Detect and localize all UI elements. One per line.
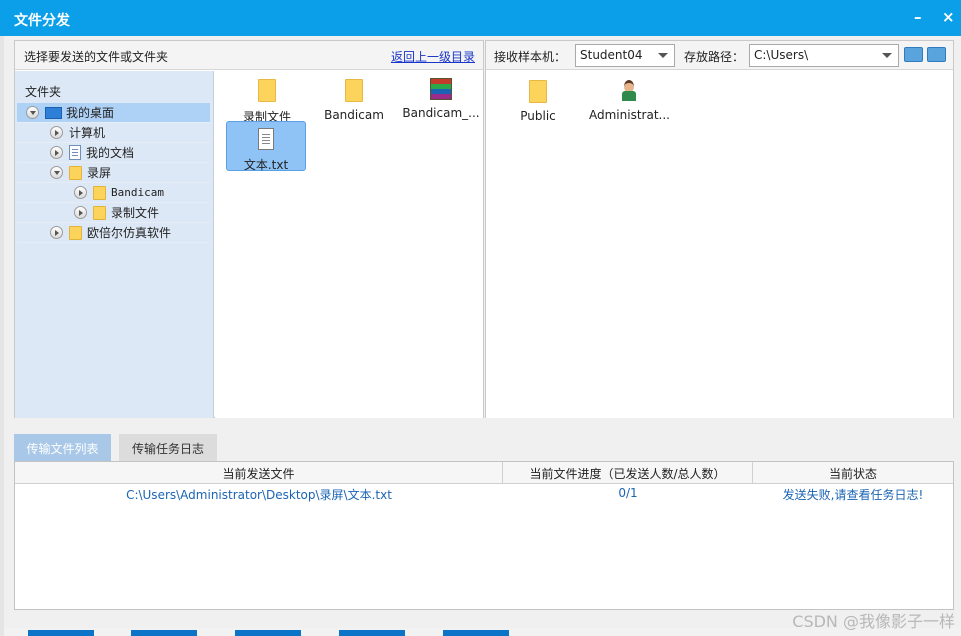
folder-icon [93, 205, 106, 220]
file-item[interactable]: 录制文件 [227, 73, 307, 124]
folder-tree: 文件夹 我的桌面 计算机 我的文档 录屏 Bandicam 录制文件 欧倍尔仿真… [15, 71, 214, 418]
close-button[interactable]: × [942, 8, 955, 26]
tree-item-obel-sim[interactable]: 欧倍尔仿真软件 [17, 223, 210, 243]
tree-item-bandicam[interactable]: Bandicam [17, 183, 210, 203]
tab-transfer-task-log[interactable]: 传输任务日志 [119, 434, 217, 461]
tree-item-label: 计算机 [69, 126, 106, 140]
remote-file-panel: 接收样本机： Student04 存放路径： C:\Users\ Public … [485, 40, 954, 418]
title-bar: 文件分发 – × [0, 0, 961, 36]
expand-toggle-icon[interactable] [50, 146, 63, 159]
collapse-toggle-icon[interactable] [50, 166, 63, 179]
file-item-selected[interactable]: 文本.txt [226, 121, 306, 172]
taskbar-thumbnail[interactable] [131, 630, 197, 636]
save-path-label: 存放路径： [684, 50, 745, 64]
file-item[interactable]: Bandicam_... [401, 73, 481, 123]
tree-item-recorded-files[interactable]: 录制文件 [17, 203, 210, 223]
transfer-table: 当前发送文件 当前文件进度（已发送人数/总人数） 当前状态 C:\Users\A… [14, 461, 954, 610]
expand-toggle-icon[interactable] [50, 226, 63, 239]
file-name: 文本.txt [243, 158, 289, 172]
tree-item-desktop[interactable]: 我的桌面 [17, 103, 210, 123]
chevron-down-icon [882, 53, 892, 58]
desktop-icon [45, 106, 62, 119]
chevron-down-icon [658, 53, 668, 58]
expand-toggle-icon[interactable] [74, 186, 87, 199]
column-header-status[interactable]: 当前状态 [753, 462, 953, 484]
local-file-panel: 选择要发送的文件或文件夹 返回上一级目录 文件夹 我的桌面 计算机 我的文档 录… [14, 40, 484, 418]
upload-folder-icon[interactable] [904, 47, 923, 62]
file-item[interactable]: Administrat... [589, 74, 669, 124]
expand-toggle-icon[interactable] [74, 206, 87, 219]
window-title: 文件分发 [14, 13, 70, 29]
tab-transfer-file-list[interactable]: 传输文件列表 [14, 434, 111, 461]
expand-toggle-icon[interactable] [50, 126, 63, 139]
folder-icon [345, 79, 363, 102]
folder-icon [529, 80, 547, 103]
folder-icon [69, 225, 82, 240]
collapse-toggle-icon[interactable] [26, 106, 39, 119]
folder-icon [93, 185, 106, 200]
file-item[interactable]: Public [498, 74, 578, 124]
new-folder-icon[interactable] [927, 47, 946, 62]
taskbar-thumbnail[interactable] [28, 630, 94, 636]
receiver-label: 接收样本机： [494, 50, 567, 64]
row-status: 发送失败,请查看任务日志! [782, 488, 924, 502]
taskbar-thumbnail[interactable] [235, 630, 301, 636]
tree-item-label: 欧倍尔仿真软件 [87, 226, 172, 240]
user-icon [620, 80, 638, 102]
row-progress: 0/1 [618, 486, 638, 500]
folder-icon [258, 79, 276, 102]
local-file-grid: 录制文件 Bandicam Bandicam_... 文本.txt [215, 71, 483, 418]
save-path-select[interactable]: C:\Users\ [749, 44, 899, 67]
tree-item-label: 录制文件 [111, 206, 160, 220]
file-item[interactable]: Bandicam [314, 73, 394, 123]
table-header: 当前发送文件 当前文件进度（已发送人数/总人数） 当前状态 [15, 462, 953, 484]
go-up-directory-link[interactable]: 返回上一级目录 [391, 48, 475, 65]
tree-item-label: 我的文档 [86, 146, 135, 160]
receiver-select-value: Student04 [580, 48, 643, 62]
minimize-button[interactable]: – [914, 8, 922, 26]
folder-icon [69, 165, 82, 180]
remote-file-grid: Public Administrat... [486, 71, 953, 418]
file-name: Bandicam [324, 108, 384, 122]
tree-item-label: 我的桌面 [66, 106, 115, 120]
local-panel-header: 选择要发送的文件或文件夹 返回上一级目录 [15, 41, 483, 70]
text-file-icon [258, 128, 274, 150]
file-name: Public [520, 109, 556, 123]
taskbar-thumbnail[interactable] [339, 630, 405, 636]
watermark: CSDN @我像影子一样 [792, 612, 955, 631]
column-header-progress[interactable]: 当前文件进度（已发送人数/总人数） [503, 462, 753, 484]
column-header-file[interactable]: 当前发送文件 [15, 462, 503, 484]
tree-item-label: Bandicam [111, 186, 164, 199]
tree-item-label: 录屏 [87, 166, 112, 180]
archive-icon [430, 78, 452, 100]
remote-panel-header: 接收样本机： Student04 存放路径： C:\Users\ [486, 41, 953, 70]
tree-item-my-documents[interactable]: 我的文档 [17, 143, 210, 163]
save-path-value: C:\Users\ [754, 48, 809, 62]
file-name: Bandicam_... [402, 106, 480, 120]
receiver-select[interactable]: Student04 [575, 44, 675, 67]
local-panel-caption: 选择要发送的文件或文件夹 [24, 50, 169, 64]
tree-item-computer[interactable]: 计算机 [17, 123, 210, 143]
document-icon [69, 145, 81, 160]
tree-item-recordings[interactable]: 录屏 [17, 163, 210, 183]
row-file-path: C:\Users\Administrator\Desktop\录屏\文本.txt [126, 488, 392, 502]
file-name: Administrat... [589, 108, 669, 122]
taskbar-thumbnail[interactable] [443, 630, 509, 636]
folder-tree-title: 文件夹 [25, 85, 62, 99]
